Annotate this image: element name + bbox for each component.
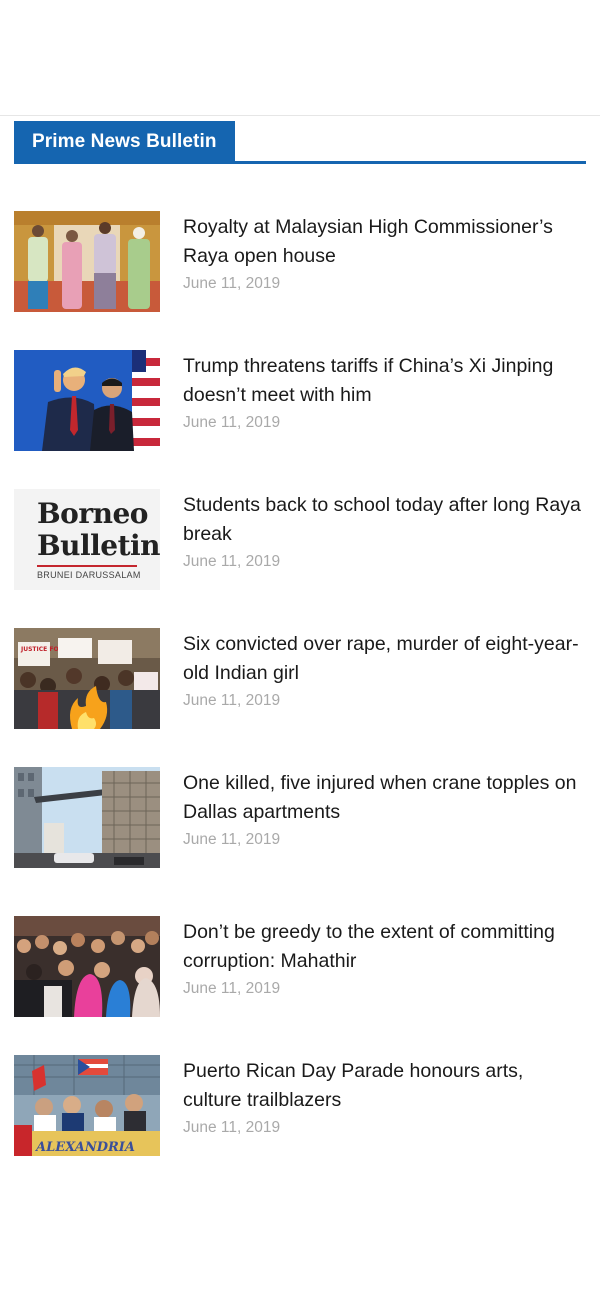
news-date: June 11, 2019 bbox=[183, 414, 281, 431]
news-thumbnail[interactable]: ALEXANDRIA bbox=[14, 1055, 160, 1156]
news-headline[interactable]: Don’t be greedy to the extent of committ… bbox=[183, 918, 583, 976]
news-headline[interactable]: Six convicted over rape, murder of eight… bbox=[183, 630, 583, 688]
parade-banner-text: ALEXANDRIA bbox=[34, 1140, 135, 1155]
top-blank-area bbox=[0, 0, 600, 116]
news-item[interactable]: ALEXANDRIA Puerto Rican Day Parade honou… bbox=[14, 1055, 586, 1194]
news-item[interactable]: JUSTICE FOR ASIFA Six convicted over rap… bbox=[14, 628, 586, 767]
news-headline[interactable]: Trump threatens tariffs if China’s Xi Ji… bbox=[183, 352, 583, 410]
section-header: Prime News Bulletin bbox=[14, 121, 586, 165]
logo-subtitle: BRUNEI DARUSSALAM bbox=[37, 570, 141, 580]
news-thumbnail[interactable] bbox=[14, 350, 160, 451]
news-thumbnail[interactable] bbox=[14, 767, 160, 868]
logo-line-2: Bulletin bbox=[37, 529, 160, 562]
news-thumbnail[interactable] bbox=[14, 211, 160, 312]
section-divider bbox=[14, 161, 586, 164]
news-headline[interactable]: One killed, five injured when crane topp… bbox=[183, 769, 583, 827]
news-item[interactable]: Borneo Bulletin BRUNEI DARUSSALAM Studen… bbox=[14, 489, 586, 628]
news-thumbnail[interactable]: JUSTICE FOR ASIFA bbox=[14, 628, 160, 729]
news-list: Royalty at Malaysian High Commissioner’s… bbox=[14, 211, 586, 1194]
news-date: June 11, 2019 bbox=[183, 692, 281, 709]
news-item[interactable]: Don’t be greedy to the extent of committ… bbox=[14, 916, 586, 1055]
logo-line-1: Borneo bbox=[37, 497, 148, 530]
news-item[interactable]: Trump threatens tariffs if China’s Xi Ji… bbox=[14, 350, 586, 489]
section-title[interactable]: Prime News Bulletin bbox=[14, 121, 235, 163]
news-headline[interactable]: Royalty at Malaysian High Commissioner’s… bbox=[183, 213, 583, 271]
news-thumbnail[interactable]: Borneo Bulletin BRUNEI DARUSSALAM bbox=[14, 489, 160, 590]
news-headline[interactable]: Puerto Rican Day Parade honours arts, cu… bbox=[183, 1057, 583, 1115]
news-headline[interactable]: Students back to school today after long… bbox=[183, 491, 583, 549]
news-date: June 11, 2019 bbox=[183, 831, 281, 848]
news-item[interactable]: Royalty at Malaysian High Commissioner’s… bbox=[14, 211, 586, 350]
news-date: June 11, 2019 bbox=[183, 553, 281, 570]
news-item[interactable]: One killed, five injured when crane topp… bbox=[14, 767, 586, 916]
logo-rule bbox=[37, 565, 137, 567]
news-date: June 11, 2019 bbox=[183, 1119, 281, 1136]
news-date: June 11, 2019 bbox=[183, 980, 281, 997]
borneo-bulletin-logo: Borneo Bulletin BRUNEI DARUSSALAM bbox=[14, 489, 160, 590]
news-thumbnail[interactable] bbox=[14, 916, 160, 1017]
news-date: June 11, 2019 bbox=[183, 275, 281, 292]
